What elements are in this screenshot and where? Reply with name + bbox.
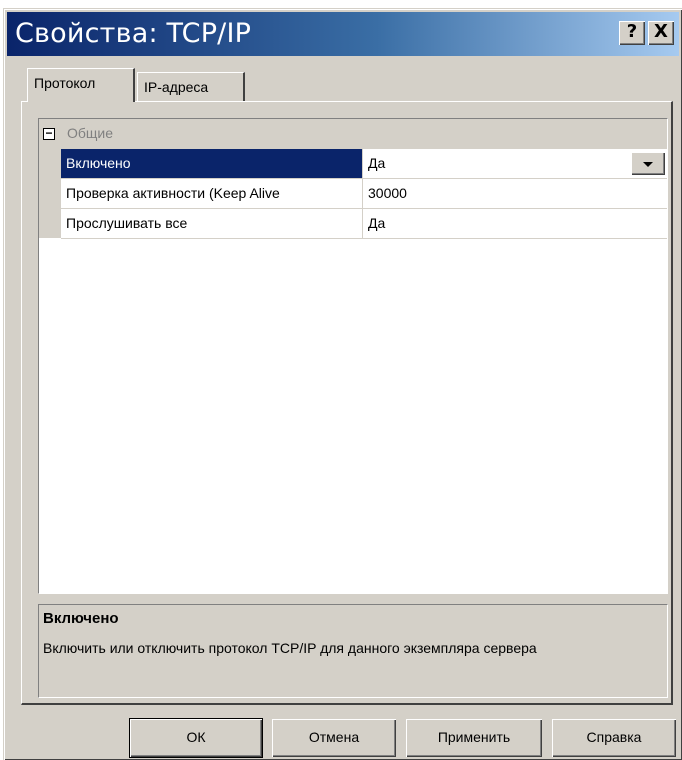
help-icon[interactable]: ? bbox=[619, 21, 645, 45]
property-name[interactable]: Проверка активности (Keep Alive bbox=[61, 179, 363, 208]
property-row-enabled[interactable]: Включено Да bbox=[61, 149, 667, 179]
apply-button[interactable]: Применить bbox=[406, 719, 542, 757]
property-name[interactable]: Включено bbox=[61, 149, 363, 178]
property-row-keep-alive[interactable]: Проверка активности (Keep Alive 30000 bbox=[61, 179, 667, 209]
description-panel: Включено Включить или отключить протокол… bbox=[38, 604, 668, 698]
category-general[interactable]: − Общие bbox=[39, 119, 667, 149]
property-grid: − Общие Включено Да Проверка активности … bbox=[38, 118, 668, 594]
property-row-listen-all[interactable]: Прослушивать все Да bbox=[61, 209, 667, 239]
collapse-icon[interactable]: − bbox=[43, 127, 55, 140]
property-name[interactable]: Прослушивать все bbox=[61, 209, 363, 238]
chevron-down-icon[interactable] bbox=[631, 152, 665, 175]
description-title: Включено bbox=[43, 610, 119, 627]
close-icon[interactable]: X bbox=[648, 21, 674, 45]
properties-dialog: Свойства: TCP/IP ? X Протокол IP-адреса … bbox=[3, 8, 682, 760]
tab-panel-protocol: − Общие Включено Да Проверка активности … bbox=[21, 101, 673, 705]
property-value-listen-all[interactable]: Да bbox=[364, 209, 667, 238]
property-value-enabled[interactable]: Да bbox=[364, 149, 667, 178]
property-value-keep-alive[interactable]: 30000 bbox=[364, 179, 667, 208]
description-text: Включить или отключить протокол TCP/IP д… bbox=[43, 640, 537, 656]
window-title: Свойства: TCP/IP bbox=[15, 18, 252, 49]
category-label: Общие bbox=[67, 125, 114, 141]
help-button[interactable]: Справка bbox=[552, 719, 676, 757]
tab-protocol[interactable]: Протокол bbox=[27, 68, 135, 102]
title-bar[interactable]: Свойства: TCP/IP ? X bbox=[7, 12, 679, 56]
tab-ip-addresses[interactable]: IP-адреса bbox=[137, 72, 245, 102]
cancel-button[interactable]: Отмена bbox=[272, 719, 396, 757]
ok-button[interactable]: ОК bbox=[130, 719, 262, 757]
